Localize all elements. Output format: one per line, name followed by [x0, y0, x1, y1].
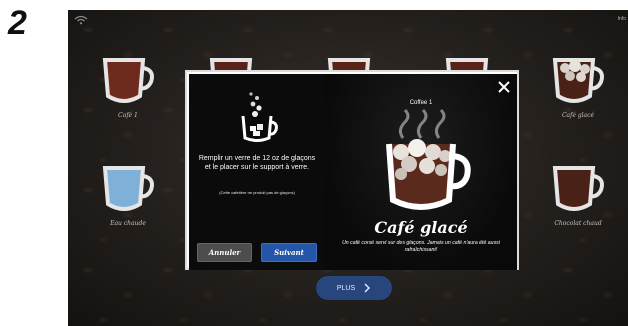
drink-name: Café glacé [374, 218, 468, 237]
instruction-panel: Remplir un verre de 12 oz de glaçons et … [189, 74, 325, 270]
menu-item-label: Café glacé [561, 112, 595, 119]
drink-description: Un café corsé servi sur des glaçons. Jam… [342, 240, 500, 253]
ice-glass-icon [241, 92, 278, 142]
coffee-number-label: Coffee 1 [409, 100, 433, 106]
iced-coffee-cup-icon [386, 108, 471, 210]
iced-coffee-cup-icon [552, 58, 604, 103]
close-icon[interactable] [497, 80, 511, 94]
ice-note: (Cette cafetière ne produit pas de glaço… [219, 190, 295, 195]
chevron-right-icon [364, 283, 371, 293]
menu-item-cafe-glace[interactable]: Café glacé [538, 52, 618, 119]
instruction-text: Remplir un verre de 12 oz de glaçons et … [198, 155, 316, 171]
drink-dialog: Remplir un verre de 12 oz de glaçons et … [185, 70, 519, 270]
menu-item-eau-chaude[interactable]: Eau chaude [88, 160, 168, 227]
cancel-button[interactable]: Annuler [197, 243, 252, 262]
menu-item-chocolat-chaud[interactable]: Chocolat chaud [538, 160, 618, 227]
step-number: 2 [8, 4, 27, 42]
chocolate-cup-icon [552, 166, 604, 211]
info-label[interactable]: Info [618, 16, 626, 22]
menu-item-label: Eau chaude [110, 220, 146, 227]
coffee-maker-screen: Info Café 1 Café glacé Eau chaude Chocol… [68, 10, 628, 326]
next-button[interactable]: Suivant [261, 243, 317, 262]
plus-button-label: PLUS [336, 284, 356, 292]
menu-item-label: Chocolat chaud [554, 220, 602, 227]
plus-button[interactable]: PLUS [316, 276, 392, 300]
coffee-cup-icon [102, 58, 154, 103]
menu-item-label: Café 1 [118, 112, 138, 119]
water-cup-icon [102, 166, 154, 211]
drink-preview-panel: Coffee 1 Café glacé Un café corsé servi … [325, 74, 517, 270]
wifi-icon [74, 15, 88, 25]
menu-item-cafe-1[interactable]: Café 1 [88, 52, 168, 119]
